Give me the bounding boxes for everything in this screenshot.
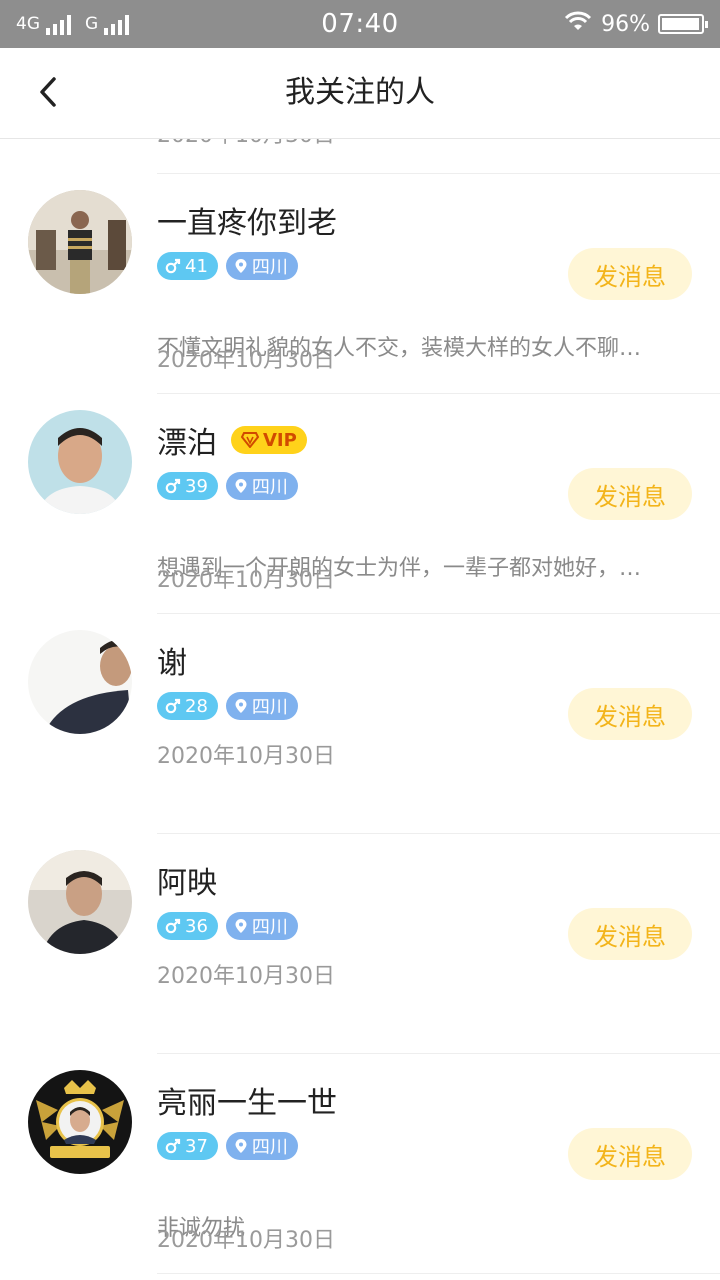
tags: 36 四川 (157, 912, 298, 940)
location-badge: 四川 (225, 252, 298, 280)
location-pin-icon (235, 479, 247, 493)
male-icon (165, 478, 181, 494)
age-badge: 41 (157, 252, 218, 280)
tags: 39 四川 (157, 472, 298, 500)
tags: 28 四川 (157, 692, 298, 720)
divider (157, 1273, 720, 1274)
male-icon (165, 258, 181, 274)
location-pin-icon (235, 259, 247, 273)
male-icon (165, 1138, 181, 1154)
location-text: 四川 (251, 697, 288, 718)
list-item[interactable]: 漂泊 VIP 39 四川 想遇到一个开朗的女士为伴，一辈子都对她好，… 2020… (0, 394, 720, 614)
follow-date: 2020年10月30日 (157, 744, 335, 769)
location-pin-icon (235, 699, 247, 713)
diamond-icon (241, 432, 259, 448)
send-message-button[interactable]: 发消息 (568, 688, 692, 740)
send-message-button[interactable]: 发消息 (568, 468, 692, 520)
status-bar: 4G G 07:40 96% (0, 0, 720, 48)
user-name: 阿映 (157, 866, 217, 901)
user-name: 谢 (157, 646, 187, 681)
user-name: 亮丽一生一世 (157, 1086, 337, 1121)
following-list[interactable]: 2020年10月30日 一直疼你到老 41 (0, 139, 720, 1280)
age-badge: 37 (157, 1132, 218, 1160)
avatar[interactable] (28, 1070, 132, 1174)
avatar[interactable] (28, 410, 132, 514)
age-text: 28 (185, 695, 208, 717)
battery-icon (658, 14, 708, 34)
location-badge: 四川 (225, 912, 298, 940)
location-badge: 四川 (225, 472, 298, 500)
user-name: 一直疼你到老 (157, 206, 337, 241)
tags: 41 四川 (157, 252, 298, 280)
location-badge: 四川 (225, 692, 298, 720)
status-right: 96% (563, 0, 708, 48)
battery-percent: 96% (601, 11, 650, 37)
age-text: 36 (185, 915, 208, 937)
send-message-button[interactable]: 发消息 (568, 248, 692, 300)
male-icon (165, 698, 181, 714)
send-message-button[interactable]: 发消息 (568, 1128, 692, 1180)
page-title: 我关注的人 (285, 75, 435, 110)
location-text: 四川 (251, 257, 288, 278)
name-row: 阿映 (157, 858, 217, 902)
follow-date: 2020年10月30日 (157, 1228, 335, 1253)
name-row: 亮丽一生一世 (157, 1078, 337, 1122)
wifi-icon (563, 10, 593, 38)
location-badge: 四川 (225, 1132, 298, 1160)
vip-badge: VIP (231, 426, 307, 454)
age-badge: 39 (157, 472, 218, 500)
vip-label: VIP (263, 429, 297, 451)
location-text: 四川 (251, 1137, 288, 1158)
age-text: 41 (185, 255, 208, 277)
tags: 37 四川 (157, 1132, 298, 1160)
age-badge: 36 (157, 912, 218, 940)
follow-date: 2020年10月30日 (157, 964, 335, 989)
age-text: 39 (185, 475, 208, 497)
male-icon (165, 918, 181, 934)
user-name: 漂泊 (157, 426, 217, 461)
avatar[interactable] (28, 630, 132, 734)
list-item[interactable]: 谢 28 四川 2020年10月30日 发消息 (0, 614, 720, 834)
age-badge: 28 (157, 692, 218, 720)
age-text: 37 (185, 1135, 208, 1157)
list-item[interactable]: 亮丽一生一世 37 四川 非诚勿扰 2020年10月30日 发消息 (0, 1054, 720, 1274)
send-message-button[interactable]: 发消息 (568, 908, 692, 960)
location-pin-icon (235, 1139, 247, 1153)
follow-date: 2020年10月30日 (157, 568, 335, 593)
navigation-bar: 我关注的人 (0, 48, 720, 139)
list-item[interactable]: 一直疼你到老 41 四川 不懂文明礼貌的女人不交，装模大样的女人不聊… 2020… (0, 174, 720, 394)
avatar[interactable] (28, 190, 132, 294)
name-row: 漂泊 VIP (157, 418, 307, 462)
name-row: 谢 (157, 638, 187, 682)
list-item[interactable]: 阿映 36 四川 2020年10月30日 发消息 (0, 834, 720, 1054)
avatar[interactable] (28, 850, 132, 954)
name-row: 一直疼你到老 (157, 198, 337, 242)
location-text: 四川 (251, 917, 288, 938)
follow-date: 2020年10月30日 (157, 348, 335, 373)
partial-date: 2020年10月30日 (157, 139, 335, 149)
location-pin-icon (235, 919, 247, 933)
location-text: 四川 (251, 477, 288, 498)
